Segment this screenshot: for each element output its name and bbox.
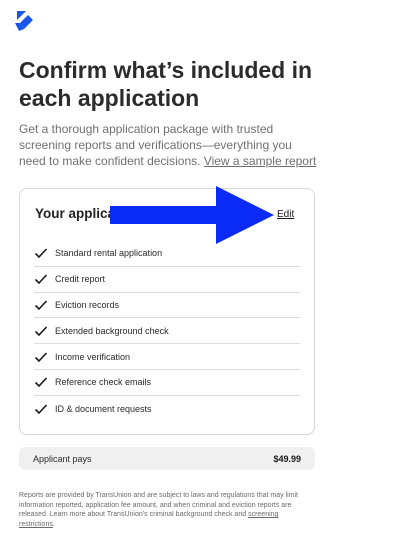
included-items-list: Standard rental application Credit repor…	[34, 241, 300, 422]
list-item: Standard rental application	[34, 241, 300, 267]
list-item: Eviction records	[34, 293, 300, 319]
list-item: Credit report	[34, 267, 300, 293]
disclaimer-text: Reports are provided by TransUnion and a…	[19, 491, 309, 529]
annotation-arrow-icon	[110, 186, 274, 244]
list-item-label: ID & document requests	[55, 403, 152, 414]
page-title: Confirm what’s included in each applicat…	[19, 57, 313, 111]
check-icon	[34, 248, 48, 259]
list-item-label: Extended background check	[55, 325, 169, 336]
list-item: Income verification	[34, 344, 300, 370]
applicant-pays-label: Applicant pays	[33, 453, 92, 464]
list-item: ID & document requests	[34, 396, 300, 422]
applicant-pays-amount: $49.99	[273, 453, 301, 464]
intro-text: Get a thorough application package with …	[19, 121, 319, 169]
list-item: Reference check emails	[34, 370, 300, 396]
applicant-pays-bar: Applicant pays $49.99	[19, 447, 315, 470]
edit-link[interactable]: Edit	[277, 209, 294, 220]
check-icon	[34, 404, 48, 414]
check-icon	[34, 377, 48, 388]
list-item-label: Income verification	[55, 351, 131, 362]
brand-logo-icon	[15, 11, 33, 31]
check-icon	[34, 326, 48, 336]
check-icon	[34, 352, 48, 362]
list-item-label: Standard rental application	[55, 248, 163, 259]
check-icon	[34, 274, 48, 285]
list-item-label: Credit report	[55, 274, 106, 285]
disclaimer-period: .	[52, 520, 55, 528]
list-item: Extended background check	[34, 318, 300, 345]
list-item-label: Reference check emails	[55, 377, 152, 388]
list-item-label: Eviction records	[55, 299, 120, 310]
view-sample-report-link[interactable]: View a sample report	[204, 154, 317, 168]
check-icon	[34, 300, 48, 311]
